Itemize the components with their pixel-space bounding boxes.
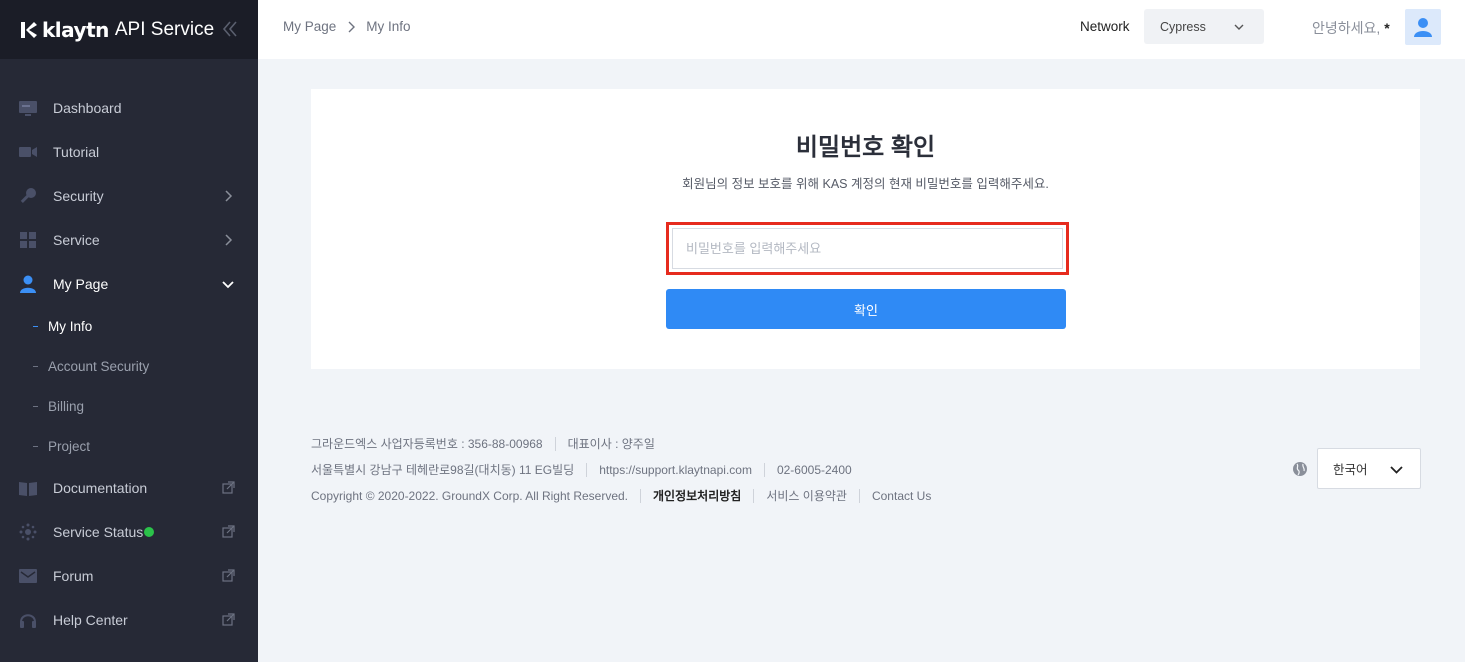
sidebar-item-dashboard[interactable]: Dashboard [0,88,258,128]
chevron-down-icon [222,281,234,289]
page-description: 회원님의 정보 보호를 위해 KAS 계정의 현재 비밀번호를 입력해주세요. [682,177,1049,191]
sidebar-item-label: Security [53,188,104,204]
sidebar-item-label: Service Status [53,524,144,540]
book-icon [18,478,38,498]
external-link-icon [222,569,235,582]
top-header: My Page My Info Network Cypress 안녕하세요, * [258,0,1465,59]
klaytn-mark-icon [21,21,37,38]
footer-links-row: Copyright © 2020-2022. GroundX Corp. All… [311,487,931,504]
footer-copyright: Copyright © 2020-2022. GroundX Corp. All… [311,488,629,503]
sidebar-item-documentation[interactable]: Documentation [0,468,258,508]
subitem-dash [33,445,38,447]
footer-divider [640,488,642,503]
sidebar-item-help-center[interactable]: Help Center [0,600,258,640]
breadcrumb: My Page My Info [283,19,411,34]
footer-address: 서울특별시 강남구 테헤란로98길(대치동) 11 EG빌딩 [311,463,575,477]
breadcrumb-my-page[interactable]: My Page [283,19,336,34]
network-select-value: Cypress [1160,19,1206,34]
chevron-right-icon [348,21,356,32]
footer-ceo: 대표이사 : 양주일 [567,437,655,451]
password-input[interactable] [672,228,1063,269]
user-greeting: 안녕하세요, * [1312,18,1390,38]
page-title: 비밀번호 확인 [795,134,936,161]
sidebar-subitem-project[interactable]: Project [0,431,258,461]
mail-icon [18,566,38,586]
sidebar-item-service[interactable]: Service [0,220,258,260]
footer-company-row: 그라운드엑스 사업자등록번호 : 356-88-00968 대표이사 : 양주일 [311,435,655,452]
sidebar-item-my-page[interactable]: My Page [0,264,258,304]
breadcrumb-my-info: My Info [366,19,411,34]
user-icon [18,274,38,294]
confirm-button[interactable]: 확인 [666,289,1066,329]
sidebar-subitem-label: Project [48,438,91,454]
network-select[interactable]: Cypress [1144,9,1264,44]
footer-divider [763,462,765,477]
language-select[interactable]: 한국어 [1317,448,1421,489]
footer-support-link[interactable]: https://support.klaytnapi.com [599,463,752,477]
subitem-dash [33,365,38,367]
globe-icon [1293,462,1307,476]
footer-divider [554,436,556,451]
collapse-sidebar-icon[interactable] [218,18,242,40]
network-label: Network [1080,19,1130,34]
sidebar-subitem-label: My Info [48,318,93,334]
sidebar-item-security[interactable]: Security [0,176,258,216]
sidebar: klaytn API Service Dashboard Tutorial Se… [0,0,258,662]
footer-divider [858,488,860,503]
sidebar-subitem-my-info[interactable]: My Info [0,311,258,341]
service-name: API Service [114,18,215,40]
sidebar-item-label: Help Center [53,612,128,628]
chevron-right-icon [225,234,233,246]
external-link-icon [222,481,235,494]
sidebar-item-service-status[interactable]: Service Status [0,512,258,552]
username: * [1384,20,1390,36]
sidebar-item-label: Forum [53,568,94,584]
footer-divider [753,488,755,503]
headphones-icon [18,610,38,630]
sidebar-subitem-account-security[interactable]: Account Security [0,351,258,381]
external-link-icon [222,525,235,538]
subitem-dash [33,405,38,407]
language-select-value: 한국어 [1333,463,1368,477]
status-indicator-icon [144,527,154,537]
sidebar-item-tutorial[interactable]: Tutorial [0,132,258,172]
sidebar-item-label: Documentation [53,480,148,496]
sidebar-subitem-label: Billing [48,398,85,414]
status-icon [18,522,38,542]
sidebar-item-label: My Page [53,276,109,292]
logo-bar: klaytn API Service [0,0,258,59]
external-link-icon [222,613,235,626]
password-confirm-card: 비밀번호 확인 회원님의 정보 보호를 위해 KAS 계정의 현재 비밀번호를 … [311,89,1420,369]
subitem-dash [33,325,38,327]
sidebar-item-label: Service [53,232,100,248]
key-icon [18,186,38,206]
sidebar-subitem-label: Account Security [48,358,150,374]
footer-company: 그라운드엑스 사업자등록번호 : 356-88-00968 [311,437,543,451]
monitor-icon [18,98,38,118]
sidebar-item-forum[interactable]: Forum [0,556,258,596]
footer-divider [586,462,588,477]
avatar[interactable] [1405,9,1441,45]
brand-name: klaytn [42,17,109,42]
chevron-right-icon [225,190,233,202]
footer-phone: 02-6005-2400 [776,462,852,477]
grid-icon [18,230,38,250]
user-avatar-icon [1414,18,1432,37]
sidebar-item-label: Dashboard [53,100,122,116]
footer-address-row: 서울특별시 강남구 테헤란로98길(대치동) 11 EG빌딩 https://s… [311,461,852,478]
footer-privacy-link[interactable]: 개인정보처리방침 [653,487,741,504]
password-field-highlight [666,222,1069,275]
sidebar-subitem-billing[interactable]: Billing [0,391,258,421]
footer-terms-link[interactable]: 서비스 이용약관 [766,487,847,504]
chevron-down-icon [1234,24,1244,30]
chevron-down-icon [1390,466,1403,474]
footer-contact-link[interactable]: Contact Us [872,489,931,503]
greeting-text: 안녕하세요, [1312,20,1381,36]
sidebar-item-label: Tutorial [53,144,100,160]
video-icon [18,142,38,162]
klaytn-logo[interactable]: klaytn API Service [18,18,214,42]
